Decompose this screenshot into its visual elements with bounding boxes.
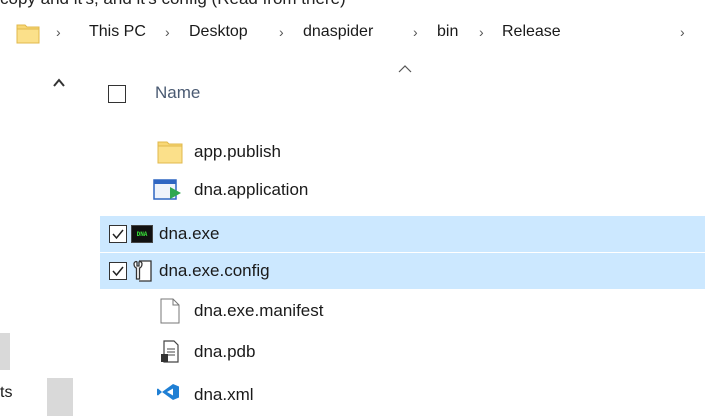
file-row-dna-xml[interactable]: dna.xml: [100, 373, 705, 409]
config-file-icon: [133, 260, 152, 282]
blank-file-icon: [160, 298, 180, 324]
file-row-app-publish[interactable]: app.publish: [100, 134, 705, 170]
sort-ascending-icon: [398, 65, 412, 73]
breadcrumb-dnaspider[interactable]: dnaspider: [303, 21, 373, 43]
checkmark-icon: [112, 266, 124, 277]
file-row-dna-exe-config[interactable]: dna.exe.config: [100, 253, 705, 289]
cropped-top-text: copy and it's, and it's config (Read fro…: [0, 0, 705, 9]
breadcrumb-bin[interactable]: bin: [437, 21, 458, 43]
row-checkbox[interactable]: [109, 262, 127, 280]
file-row-dna-exe-manifest[interactable]: dna.exe.manifest: [100, 293, 705, 329]
breadcrumb-desktop[interactable]: Desktop: [189, 21, 248, 43]
name-column-header[interactable]: Name: [155, 83, 200, 103]
nav-scrollbar[interactable]: [47, 63, 81, 416]
breadcrumb-separator: ›: [413, 24, 418, 40]
file-name[interactable]: app.publish: [194, 141, 281, 163]
file-name[interactable]: dna.exe.manifest: [194, 300, 323, 322]
file-row-dna-exe[interactable]: DNA dna.exe: [100, 216, 705, 252]
nav-scrollbar-thumb[interactable]: [47, 378, 73, 416]
breadcrumb-this-pc[interactable]: This PC: [89, 21, 146, 43]
nav-pane-item-highlight[interactable]: [0, 333, 10, 370]
breadcrumb-separator: ›: [680, 24, 685, 40]
visual-studio-icon: [157, 384, 179, 400]
file-name[interactable]: dna.application: [194, 179, 308, 201]
scroll-up-arrow-icon[interactable]: [51, 76, 67, 90]
breadcrumb-release[interactable]: Release: [502, 21, 561, 43]
file-name[interactable]: dna.xml: [194, 384, 254, 406]
application-manifest-icon: [153, 179, 181, 200]
nav-item-label[interactable]: ts: [0, 384, 12, 402]
folder-icon: [16, 24, 40, 44]
file-name[interactable]: dna.exe.config: [159, 260, 270, 282]
breadcrumb-separator: ›: [279, 24, 284, 40]
breadcrumb-separator: ›: [56, 24, 61, 40]
folder-icon: [157, 141, 183, 164]
file-name[interactable]: dna.pdb: [194, 341, 255, 363]
pdb-file-icon: [161, 340, 179, 363]
breadcrumb-separator: ›: [165, 24, 170, 40]
breadcrumb-separator: ›: [479, 24, 484, 40]
file-name[interactable]: dna.exe: [159, 223, 220, 245]
checkmark-icon: [112, 229, 124, 240]
dna-exe-icon: DNA: [131, 225, 153, 243]
file-row-dna-pdb[interactable]: dna.pdb: [100, 334, 705, 370]
row-checkbox[interactable]: [109, 225, 127, 243]
select-all-checkbox[interactable]: [108, 85, 126, 103]
file-row-dna-application[interactable]: dna.application: [100, 172, 705, 208]
exe-icon-text: DNA: [136, 230, 148, 238]
